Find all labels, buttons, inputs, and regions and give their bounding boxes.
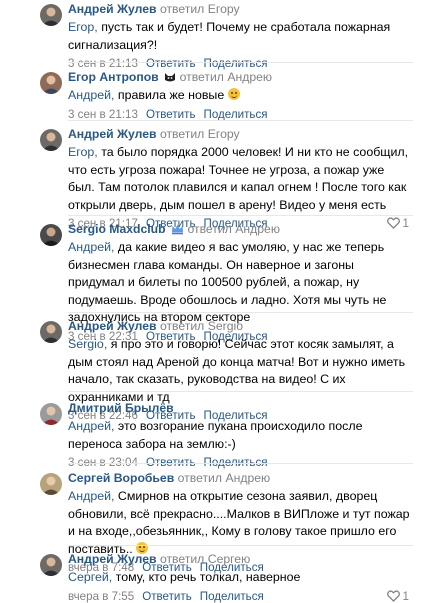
crown-icon <box>171 223 184 239</box>
addressee-link[interactable]: Егор, <box>68 20 98 34</box>
divider <box>68 62 413 63</box>
comment-text: Андрей, это возгорание пукана происходил… <box>68 419 363 451</box>
replied-label: ответил <box>159 552 205 566</box>
addressee-link[interactable]: Андрей, <box>68 240 114 254</box>
author-name[interactable]: Андрей Жулев <box>68 552 156 566</box>
avatar[interactable] <box>40 321 62 343</box>
comment-date[interactable]: 3 сен в 21:13 <box>68 108 138 121</box>
replied-label: ответил <box>177 471 222 485</box>
avatar[interactable] <box>40 473 62 495</box>
divider <box>68 312 413 313</box>
avatar[interactable] <box>40 403 62 425</box>
share-button[interactable]: Поделиться <box>204 108 268 121</box>
cat-icon <box>164 71 176 87</box>
avatar[interactable] <box>40 554 62 576</box>
addressee-link[interactable]: Егор, <box>68 145 98 159</box>
reply-target[interactable]: Андрею <box>225 471 270 485</box>
comment-text: Sergio, я про это и говорю! Сейчас этот … <box>68 337 406 404</box>
author-name[interactable]: Sergio Maxdclub <box>68 222 166 236</box>
reply-button[interactable]: Ответить <box>146 57 196 70</box>
divider <box>68 391 413 392</box>
like-button[interactable]: 1 <box>386 589 409 603</box>
comment-thread: Андрей Жулев ответил Егору Егор, пусть т… <box>0 0 421 603</box>
reply-button[interactable]: Ответить <box>146 108 196 121</box>
author-name[interactable]: Дмитрий Брылёв <box>68 401 174 415</box>
reply-target[interactable]: Егору <box>208 127 240 141</box>
comment-text: Андрей, Смирнов на открытие сезона заяви… <box>68 489 410 556</box>
replied-label: ответил <box>159 2 205 16</box>
reply-target[interactable]: Сергею <box>208 552 250 566</box>
share-button[interactable]: Поделиться <box>204 57 268 70</box>
replied-label: ответил <box>179 70 224 84</box>
addressee-link[interactable]: Андрей, <box>68 88 114 102</box>
avatar[interactable] <box>40 224 62 246</box>
reply-target[interactable]: Андрею <box>227 70 272 84</box>
comment-text: Егор, пусть так и будет! Почему не срабо… <box>68 20 391 52</box>
author-name[interactable]: Андрей Жулев <box>68 127 156 141</box>
reply-target[interactable]: Sergio <box>208 319 243 333</box>
avatar[interactable] <box>40 129 62 151</box>
reply-button[interactable]: Ответить <box>142 590 192 603</box>
comment-text: Егор, та было порядка 2000 человек! И ни… <box>68 145 409 212</box>
comment-date[interactable]: 3 сен в 21:13 <box>68 57 138 70</box>
author-name[interactable]: Андрей Жулев <box>68 2 156 16</box>
share-button[interactable]: Поделиться <box>200 590 264 603</box>
heart-outline-icon <box>386 589 400 603</box>
divider <box>68 463 413 464</box>
addressee-link[interactable]: Андрей, <box>68 419 114 433</box>
addressee-link[interactable]: Сергей, <box>68 570 112 584</box>
smile-emoji-icon <box>227 88 240 100</box>
reply-target[interactable]: Егору <box>208 2 240 16</box>
author-name[interactable]: Андрей Жулев <box>68 319 156 333</box>
divider <box>68 215 413 216</box>
author-name[interactable]: Сергей Воробьев <box>68 471 174 485</box>
author-name[interactable]: Егор Антропов <box>68 70 159 84</box>
replied-label: ответил <box>187 222 232 236</box>
addressee-link[interactable]: Андрей, <box>68 489 114 503</box>
comment-text: Андрей, правила же новые <box>68 87 413 105</box>
reply-target[interactable]: Андрею <box>235 222 280 236</box>
replied-label: ответил <box>159 127 205 141</box>
comment-date[interactable]: вчера в 7:55 <box>68 590 134 603</box>
avatar[interactable] <box>40 4 62 26</box>
comment-text: Сергей, тому, кто речь толкал, наверное <box>68 570 301 584</box>
comment-text: Андрей, да какие видео я вас умоляю, у н… <box>68 240 387 324</box>
addressee-link[interactable]: Sergio, <box>68 337 107 351</box>
replied-label: ответил <box>159 319 205 333</box>
divider <box>68 545 413 546</box>
like-count: 1 <box>402 589 409 603</box>
divider <box>68 120 413 121</box>
avatar[interactable] <box>40 72 62 94</box>
